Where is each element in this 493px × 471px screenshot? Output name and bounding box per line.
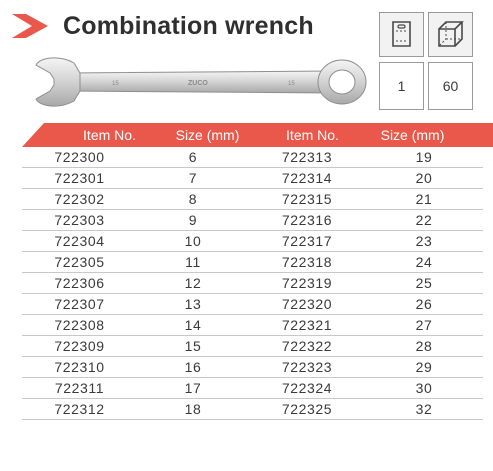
table-row: 722307 13 722320 26 (22, 293, 483, 315)
page-title: Combination wrench (63, 12, 314, 40)
table-cell-size: 24 (365, 251, 483, 273)
table-cell-item-no: 722312 (22, 398, 137, 420)
table-cell-item-no: 722307 (22, 293, 137, 315)
table-cell-item-no: 722302 (22, 188, 137, 210)
table-row: 722304 10 722317 23 (22, 230, 483, 252)
table-cell-item-no: 722305 (22, 251, 137, 273)
table-cell-size: 9 (137, 209, 249, 231)
table-cell-size: 20 (365, 167, 483, 189)
table-row: 722303 9 722316 22 (22, 209, 483, 231)
table-row: 722308 14 722321 27 (22, 314, 483, 336)
hang-card-box (379, 12, 424, 57)
header-size-1: Size (mm) (175, 127, 240, 143)
product-table-body: 722300 6 722313 19 722301 7 722314 20 722302 8 722… (22, 147, 483, 420)
table-row: 722310 16 722323 29 (22, 356, 483, 378)
table-cell-item-no: 722311 (22, 377, 137, 399)
table-row: 722311 17 722324 30 (22, 377, 483, 399)
table-cell-item-no: 722316 (249, 209, 365, 231)
table-cell-item-no: 722313 (249, 147, 365, 168)
table-cell-item-no: 722301 (22, 167, 137, 189)
table-row: 722306 12 722319 25 (22, 272, 483, 294)
table-cell-item-no: 722321 (249, 314, 365, 336)
table-cell-item-no: 722317 (249, 230, 365, 252)
table-row: 722305 11 722318 24 (22, 251, 483, 273)
table-cell-size: 12 (137, 272, 249, 294)
table-cell-size: 16 (137, 356, 249, 378)
table-cell-size: 7 (137, 167, 249, 189)
box-icon (438, 21, 464, 47)
table-cell-size: 30 (365, 377, 483, 399)
table-cell-size: 32 (365, 398, 483, 420)
table-cell-item-no: 722308 (22, 314, 137, 336)
table-cell-size: 29 (365, 356, 483, 378)
table-cell-item-no: 722303 (22, 209, 137, 231)
wrench-image: 15 ZUCO 15 (35, 57, 367, 107)
table-cell-item-no: 722323 (249, 356, 365, 378)
table-row: 722302 8 722315 21 (22, 188, 483, 210)
table-cell-item-no: 722324 (249, 377, 365, 399)
table-cell-size: 6 (137, 147, 249, 168)
table-cell-size: 28 (365, 335, 483, 357)
table-cell-size: 26 (365, 293, 483, 315)
table-cell-item-no: 722325 (249, 398, 365, 420)
pack-value-2: 60 (428, 62, 473, 110)
table-cell-item-no: 722314 (249, 167, 365, 189)
hang-card-icon (392, 21, 411, 47)
table-cell-item-no: 722306 (22, 272, 137, 294)
table-cell-size: 10 (137, 230, 249, 252)
pack-value-1: 1 (379, 62, 424, 110)
table-cell-size: 18 (137, 398, 249, 420)
table-cell-size: 23 (365, 230, 483, 252)
title-arrow-icon (12, 14, 48, 38)
table-cell-item-no: 722322 (249, 335, 365, 357)
table-cell-size: 21 (365, 188, 483, 210)
table-cell-size: 25 (365, 272, 483, 294)
table-cell-item-no: 722300 (22, 147, 137, 168)
header-size-2: Size (mm) (380, 127, 445, 143)
table-cell-size: 22 (365, 209, 483, 231)
table-cell-item-no: 722304 (22, 230, 137, 252)
table-cell-size: 19 (365, 147, 483, 168)
wrench-engraving-right: 15 (288, 81, 295, 87)
table-cell-size: 15 (137, 335, 249, 357)
table-cell-item-no: 722309 (22, 335, 137, 357)
table-cell-item-no: 722320 (249, 293, 365, 315)
box-box (428, 12, 473, 57)
table-cell-size: 11 (137, 251, 249, 273)
table-row: 722309 15 722322 28 (22, 335, 483, 357)
wrench-engraving-brand: ZUCO (188, 80, 208, 87)
table-cell-item-no: 722318 (249, 251, 365, 273)
product-table: 722300 6 722313 19 722301 7 722314 20 722302 8 722… (22, 147, 483, 420)
table-row: 722301 7 722314 20 (22, 167, 483, 189)
table-row: 722312 18 722325 32 (22, 398, 483, 420)
table-cell-size: 14 (137, 314, 249, 336)
table-row: 722300 6 722313 19 (22, 147, 483, 168)
table-cell-size: 8 (137, 188, 249, 210)
table-cell-size: 17 (137, 377, 249, 399)
table-cell-size: 27 (365, 314, 483, 336)
table-cell-item-no: 722315 (249, 188, 365, 210)
table-cell-item-no: 722310 (22, 356, 137, 378)
table-cell-item-no: 722319 (249, 272, 365, 294)
wrench-engraving-left: 15 (112, 81, 119, 87)
table-cell-size: 13 (137, 293, 249, 315)
